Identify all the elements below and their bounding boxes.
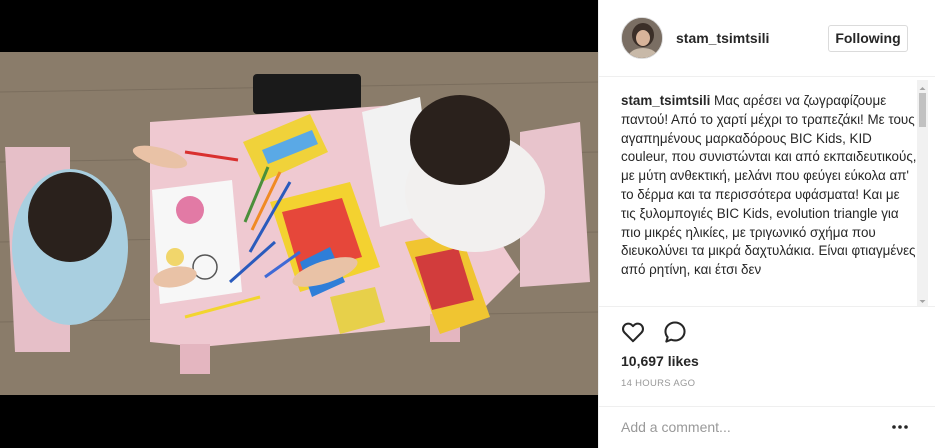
comment-input[interactable] [621,415,871,439]
post-header: stam_tsimtsili Following [599,0,935,77]
post-side-panel: stam_tsimtsili Following stam_tsimtsili … [598,0,935,448]
post-author-username[interactable]: stam_tsimtsili [676,30,769,46]
comment-bar [599,406,935,448]
following-button[interactable]: Following [828,25,908,52]
photo-illustration [0,52,598,395]
caption-text: Μας αρέσει να ζωγραφίζουμε παντού! Από τ… [621,93,917,278]
post-actions: 10,697 likes 14 HOURS AGO [599,306,935,408]
caption-scrollbar[interactable] [917,80,928,306]
scroll-down-arrow-icon[interactable] [917,294,928,305]
avatar-image [622,18,662,58]
scrollbar-thumb[interactable] [919,93,926,127]
post-photo[interactable] [0,52,598,395]
post-timestamp[interactable]: 14 HOURS AGO [621,378,695,389]
avatar[interactable] [621,17,663,59]
scroll-up-arrow-icon[interactable] [917,81,928,92]
caption-scroll-area[interactable]: stam_tsimtsili Μας αρέσει να ζωγραφίζουμ… [599,78,935,306]
media-panel [0,0,598,448]
caption-username[interactable]: stam_tsimtsili [621,93,710,108]
likes-count[interactable]: 10,697 likes [621,353,699,369]
heart-icon[interactable] [620,319,646,345]
speech-bubble-icon[interactable] [662,319,688,345]
post-caption: stam_tsimtsili Μας αρέσει να ζωγραφίζουμ… [621,92,917,280]
more-dots-icon[interactable] [891,420,909,432]
